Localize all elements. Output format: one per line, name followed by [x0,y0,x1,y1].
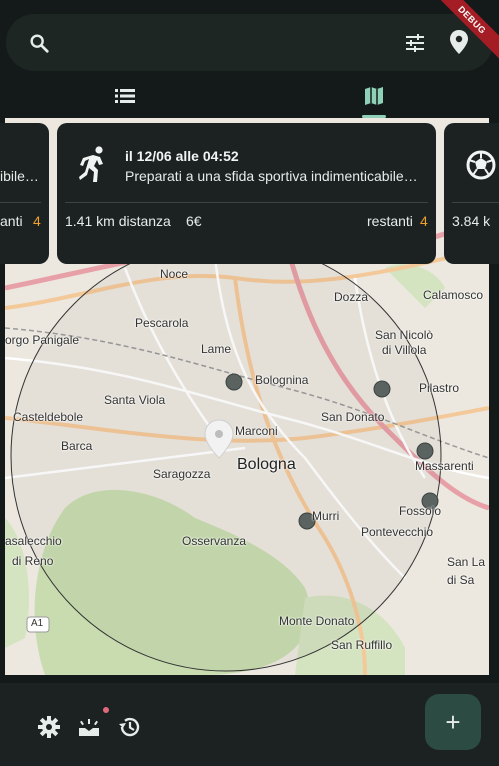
map-label: Bologna [237,456,296,473]
map-label: di Reno [12,554,54,568]
debug-banner: DEBUG [439,0,499,60]
card-title: il 12/06 alle 04:52 [125,148,239,164]
map-label: Santa Viola [104,393,166,407]
map-marker[interactable] [373,380,391,398]
history-icon[interactable] [117,715,141,739]
tab-list[interactable] [0,74,250,118]
map-label: Dozza [334,290,369,304]
card-subtitle: ibile… [0,168,39,184]
map-marker[interactable] [416,442,434,460]
map-label: Bolognina [255,373,309,387]
map-label: Noce [160,267,189,281]
map-label: Murri [312,509,340,523]
soccer-ball-icon [466,150,496,180]
map-icon [365,87,384,105]
map-label: Pontevecchio [361,525,434,539]
map-label: Pilastro [419,381,460,395]
card-remaining-value: 4 [420,213,428,229]
map-label: Fossolo [399,504,442,518]
map-label: Massarenti [415,459,474,473]
event-card[interactable]: il 12/06 alle 04:52 Preparati a una sfid… [57,123,436,264]
map-label: orgo Panigale [5,333,80,347]
map-label: San Nicolò [375,328,434,342]
map-label: Pescarola [135,316,189,330]
card-remaining-label: restanti [367,213,413,229]
map-label: di Sa [447,573,475,587]
map-label: Casteldebole [13,410,84,424]
filter-sliders-icon[interactable] [403,31,427,55]
card-remaining-value: 4 [33,213,41,229]
tab-map[interactable] [250,74,499,118]
map-label: Saragozza [153,467,211,481]
debug-banner-label: DEBUG [439,0,499,60]
search-input[interactable] [62,26,382,60]
app-screen: DEBUG Noce Pescarola Lame Bolognina Dozz… [0,0,499,766]
map-label: San Ruffillo [331,638,393,652]
card-price: 6€ [186,213,202,229]
card-divider [0,202,41,203]
list-icon [114,89,135,103]
event-card[interactable]: ibile… anti 4 [0,123,49,264]
map-label: di Villola [382,343,427,357]
settings-icon[interactable] [37,715,61,739]
map-label: San Donato [321,410,385,424]
card-subtitle: Preparati a una sfida sportiva indimenti… [125,168,418,184]
map-label: Lame [201,342,232,356]
map-label: Marconi [235,424,278,438]
card-distance: 1.41 km distanza [65,213,171,229]
map-label: San La [447,555,486,569]
map-label: Calamosco [423,288,484,302]
view-tabs [0,74,499,118]
card-distance: 3.84 k [452,213,491,229]
map-label: Barca [61,439,93,453]
celebration-icon[interactable] [77,715,101,739]
event-card[interactable]: 3.84 k [444,123,499,264]
map-marker[interactable] [225,373,243,391]
notification-dot [103,707,109,713]
plus-icon: + [445,707,461,737]
map-label: Monte Donato [279,614,355,628]
search-bar[interactable] [6,14,493,71]
search-icon[interactable] [28,32,50,54]
map-label: Osservanza [182,534,247,548]
map-label: asalecchio [5,534,62,548]
card-remaining-label: anti [0,213,23,229]
card-divider [65,202,428,203]
card-divider [452,202,499,203]
running-icon [79,146,103,182]
add-event-button[interactable]: + [425,694,481,750]
map-label: A1 [31,618,44,629]
